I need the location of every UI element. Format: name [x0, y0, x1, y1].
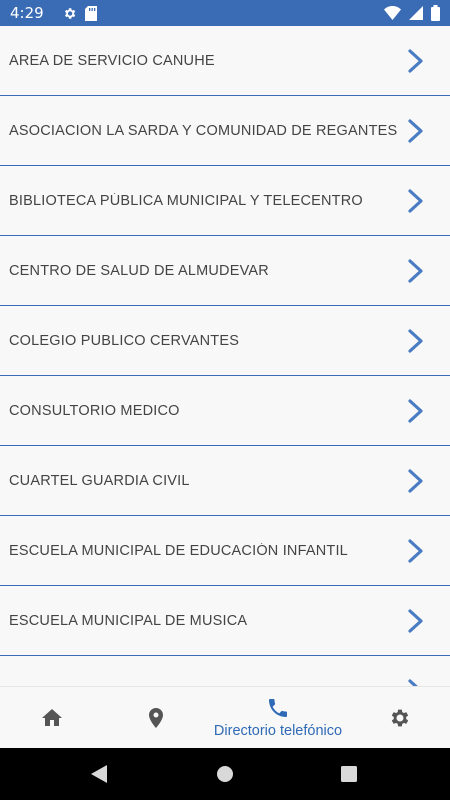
status-bar: 4:29	[0, 0, 450, 26]
gear-icon	[391, 709, 409, 726]
chevron-right-icon	[408, 258, 423, 283]
home-icon	[42, 708, 62, 726]
chevron-right-icon	[408, 328, 423, 353]
wifi-icon	[384, 6, 401, 20]
chevron-right-icon	[408, 678, 419, 686]
signal-icon	[409, 6, 423, 20]
list-item-label: ESCUELA MUNICIPAL DE EDUCACIÓN INFANTIL	[9, 542, 348, 559]
list-item[interactable]: BIBLIOTECA PÚBLICA MUNICIPAL Y TELECENTR…	[0, 166, 450, 236]
nav-map[interactable]	[104, 687, 208, 748]
chevron-right-icon	[408, 538, 423, 563]
phone-directory-list: AREA DE SERVICIO CANUHE ASOCIACION LA SA…	[0, 26, 450, 686]
bottom-navigation: Directorio telefónico	[0, 686, 450, 748]
chevron-right-icon	[408, 608, 423, 633]
list-item[interactable]: CUARTEL GUARDIA CIVIL	[0, 446, 450, 516]
list-item-label: CONSULTORIO MEDICO	[9, 402, 180, 419]
back-icon[interactable]	[90, 764, 108, 784]
list-item-label: ESCUELA MUNICIPAL DE MUSICA	[9, 612, 248, 629]
list-item[interactable]: ASOCIACION LA SARDA Y COMUNIDAD DE REGAN…	[0, 96, 450, 166]
home-circle-icon[interactable]	[216, 765, 234, 783]
nav-active-label: Directorio telefónico	[213, 723, 343, 739]
list-item[interactable]: CONSULTORIO MEDICO	[0, 376, 450, 446]
list-item-partial[interactable]	[0, 656, 450, 686]
sd-card-icon	[84, 5, 97, 21]
list-item[interactable]: ESCUELA MUNICIPAL DE MUSICA	[0, 586, 450, 656]
phone-icon	[269, 699, 287, 717]
list-item[interactable]: COLEGIO PUBLICO CERVANTES	[0, 306, 450, 376]
gear-icon	[62, 6, 77, 21]
chevron-right-icon	[408, 48, 423, 73]
recents-icon[interactable]	[341, 766, 357, 782]
chevron-right-icon	[408, 398, 423, 423]
nav-settings[interactable]	[348, 687, 450, 748]
list-item[interactable]: ESCUELA MUNICIPAL DE EDUCACIÓN INFANTIL	[0, 516, 450, 586]
battery-icon	[431, 5, 440, 21]
list-item-label: COLEGIO PUBLICO CERVANTES	[9, 332, 240, 349]
chevron-right-icon	[408, 118, 423, 143]
list-item-label: AREA DE SERVICIO CANUHE	[9, 52, 215, 69]
list-item-label: ASOCIACION LA SARDA Y COMUNIDAD DE REGAN…	[9, 122, 398, 139]
list-item[interactable]: AREA DE SERVICIO CANUHE	[0, 26, 450, 96]
chevron-right-icon	[408, 188, 423, 213]
system-navigation-bar	[0, 748, 450, 800]
chevron-right-icon	[408, 468, 423, 493]
list-item-label: CENTRO DE SALUD DE ALMUDEVAR	[9, 262, 269, 279]
status-time: 4:29	[10, 4, 44, 22]
list-item-label: CUARTEL GUARDIA CIVIL	[9, 472, 190, 489]
nav-home[interactable]	[0, 687, 104, 748]
list-item[interactable]: CENTRO DE SALUD DE ALMUDEVAR	[0, 236, 450, 306]
location-pin-icon	[149, 707, 163, 728]
list-item-label: BIBLIOTECA PÚBLICA MUNICIPAL Y TELECENTR…	[9, 192, 363, 209]
nav-phone-directory[interactable]: Directorio telefónico	[208, 687, 348, 748]
